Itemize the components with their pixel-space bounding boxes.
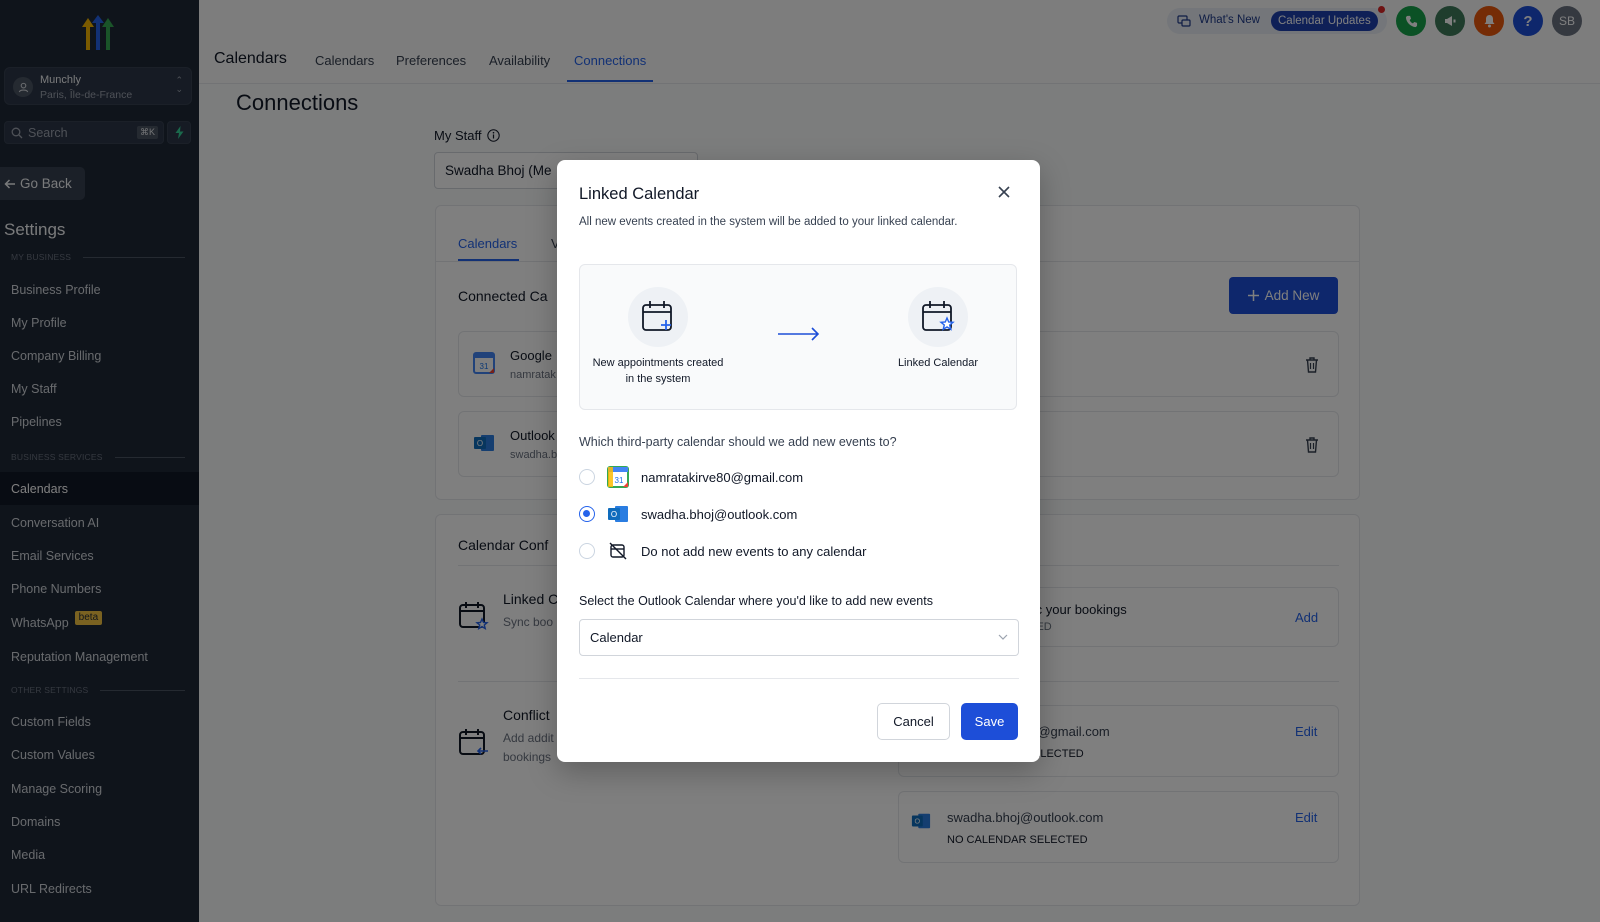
outlook-icon: O — [607, 503, 629, 525]
calendar-plus-icon — [642, 301, 672, 331]
outlook-calendar-select-label: Select the Outlook Calendar where you'd … — [579, 594, 933, 608]
illus-right-label: Linked Calendar — [897, 357, 979, 369]
calendar-star-icon — [922, 301, 955, 331]
modal-title: Linked Calendar — [579, 185, 700, 203]
arrow-right-icon — [778, 327, 820, 341]
calendar-off-icon — [607, 540, 629, 562]
save-button[interactable]: Save — [961, 703, 1018, 740]
illus-left-label: New appointments created in the system — [592, 357, 724, 385]
google-calendar-icon: 31 — [607, 466, 629, 488]
cancel-button[interactable]: Cancel — [877, 703, 950, 740]
option-outlook[interactable]: O swadha.bhoj@outlook.com — [579, 503, 797, 525]
option-gmail-label: namratakirve80@gmail.com — [641, 469, 804, 485]
close-icon[interactable] — [997, 185, 1011, 199]
radio-outlook[interactable] — [579, 506, 595, 522]
calendar-question: Which third-party calendar should we add… — [579, 435, 897, 449]
radio-none[interactable] — [579, 543, 595, 559]
linked-calendar-illustration: New appointments created in the system L… — [579, 264, 1017, 410]
modal-description: All new events created in the system wil… — [579, 216, 958, 228]
new-appointment-icon-wrap — [628, 287, 688, 347]
linked-calendar-modal: Linked Calendar All new events created i… — [557, 160, 1040, 762]
linked-calendar-icon-wrap — [908, 287, 968, 347]
chevron-down-icon — [998, 634, 1008, 640]
outlook-calendar-select[interactable]: Calendar — [579, 619, 1019, 656]
option-outlook-label: swadha.bhoj@outlook.com — [641, 506, 798, 522]
svg-text:31: 31 — [615, 476, 624, 485]
modal-divider — [579, 678, 1019, 679]
option-none-label: Do not add new events to any calendar — [641, 543, 867, 559]
svg-text:O: O — [611, 510, 617, 519]
outlook-calendar-select-value: Calendar — [590, 630, 643, 645]
option-none[interactable]: Do not add new events to any calendar — [579, 540, 866, 562]
radio-gmail[interactable] — [579, 469, 595, 485]
option-gmail[interactable]: 31 namratakirve80@gmail.com — [579, 466, 803, 488]
